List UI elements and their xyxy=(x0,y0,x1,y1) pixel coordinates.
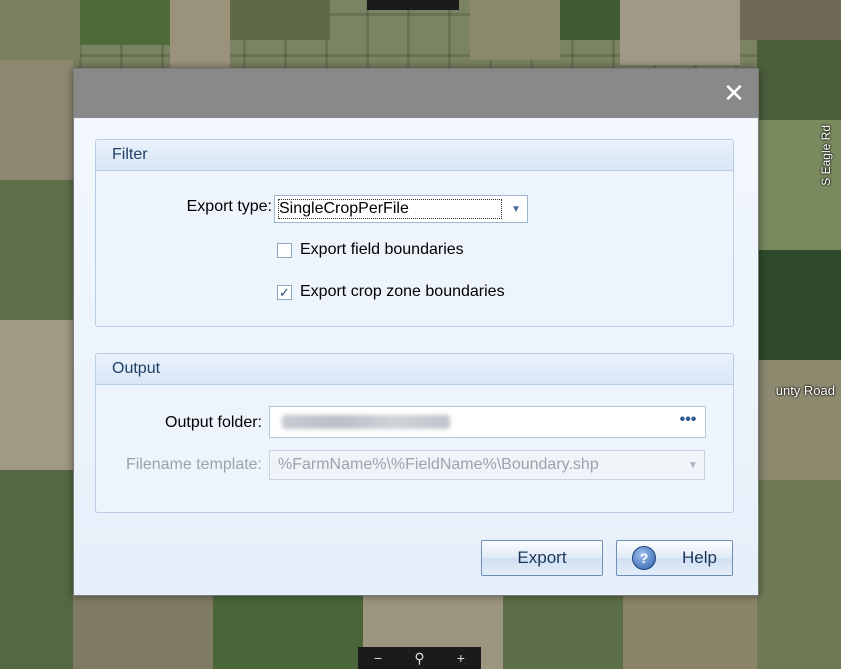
filter-group: Filter Export type: SingleCropPerFile ▼ … xyxy=(95,139,734,327)
export-crop-zone-boundaries-checkbox-row[interactable]: ✓ Export crop zone boundaries xyxy=(277,283,505,301)
help-button[interactable]: ? Help xyxy=(616,540,733,576)
close-icon[interactable]: ✕ xyxy=(722,80,746,106)
road-label-vertical: S Eagle Rd xyxy=(819,125,833,186)
export-button[interactable]: Export xyxy=(481,540,603,576)
export-field-boundaries-label[interactable]: Export field boundaries xyxy=(300,241,464,259)
zoom-in-button[interactable]: + xyxy=(457,650,465,666)
export-crop-zone-boundaries-label[interactable]: Export crop zone boundaries xyxy=(300,283,505,301)
map-zoom-controls: − ⚲ + xyxy=(358,647,481,669)
output-folder-value-redacted xyxy=(282,415,450,429)
help-button-label: Help xyxy=(682,548,717,567)
export-type-value: SingleCropPerFile xyxy=(279,200,409,217)
dialog-body: Filter Export type: SingleCropPerFile ▼ … xyxy=(74,119,758,595)
map-top-toolbar xyxy=(367,0,459,10)
chevron-down-icon[interactable]: ▼ xyxy=(682,451,704,479)
export-button-label: Export xyxy=(517,548,567,567)
filename-template-value: %FarmName%\%FieldName%\Boundary.shp xyxy=(278,456,599,473)
zoom-search-icon[interactable]: ⚲ xyxy=(414,650,424,667)
export-crop-zone-boundaries-checkbox[interactable]: ✓ xyxy=(277,284,292,300)
zoom-out-button[interactable]: − xyxy=(374,650,382,666)
browse-folder-button[interactable]: ••• xyxy=(677,411,699,433)
output-folder-field[interactable]: ••• xyxy=(269,406,706,438)
dialog-titlebar[interactable]: ✕ xyxy=(74,69,758,118)
export-field-boundaries-checkbox[interactable] xyxy=(277,242,292,258)
export-type-label: Export type: xyxy=(186,198,272,215)
output-group-header: Output xyxy=(96,354,733,385)
export-field-boundaries-checkbox-row[interactable]: Export field boundaries xyxy=(277,241,464,259)
export-boundaries-dialog: ✕ Filter Export type: SingleCropPerFile … xyxy=(73,68,759,596)
road-label-horizontal: unty Road xyxy=(775,383,835,398)
filename-template-dropdown[interactable]: %FarmName%\%FieldName%\Boundary.shp ▼ xyxy=(269,450,705,480)
chevron-down-icon[interactable]: ▼ xyxy=(505,196,527,222)
filter-group-header: Filter xyxy=(96,140,733,171)
help-icon: ? xyxy=(632,546,657,570)
output-group: Output Output folder: ••• Filename templ… xyxy=(95,353,734,513)
output-folder-label: Output folder: xyxy=(165,414,262,431)
filename-template-label: Filename template: xyxy=(125,456,262,473)
export-type-dropdown[interactable]: SingleCropPerFile ▼ xyxy=(274,195,528,223)
checkmark-icon: ✓ xyxy=(279,284,290,300)
